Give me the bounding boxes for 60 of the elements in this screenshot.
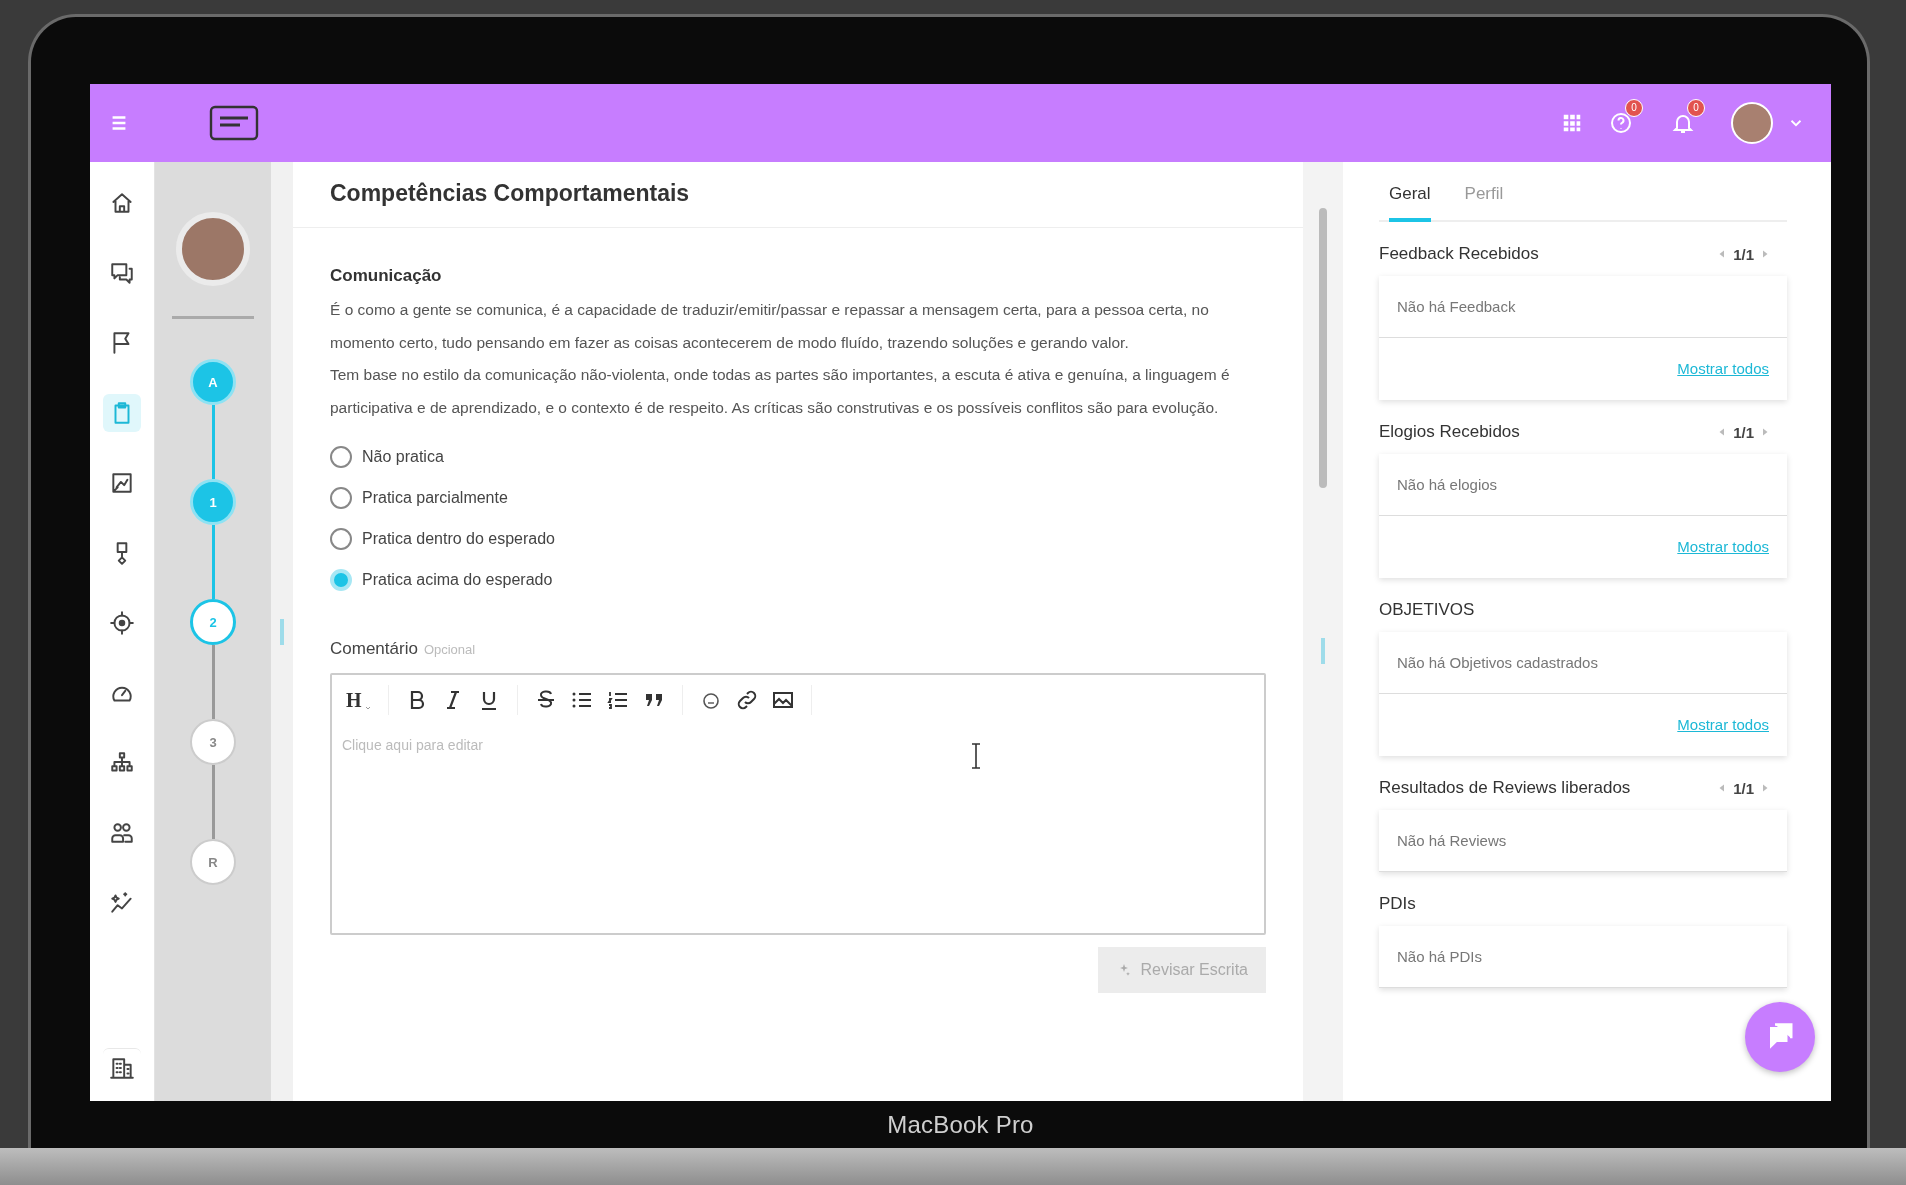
heading-button[interactable]: H xyxy=(346,688,372,712)
help-icon[interactable] xyxy=(1609,111,1633,135)
option-label: Não pratica xyxy=(362,448,444,466)
section-heading: Resultados de Reviews liberados xyxy=(1379,778,1631,798)
step-circle[interactable]: 1 xyxy=(190,479,236,525)
comment-editor[interactable]: H Clique aqui para editar xyxy=(330,673,1266,935)
section-heading: Feedback Recebidos xyxy=(1379,244,1539,264)
competency-description: Tem base no estilo da comunicação não-violenta, onde todas as partes são importantes, a escuta é ativa e genuína, a linguagem é participativa e de aprendizado, e o contexto é de respeito. As críticas são construtivas e os possíveis conflitos são para evolução. xyxy=(330,365,1230,418)
radio-option[interactable]: Pratica parcialmente xyxy=(330,487,508,509)
empty-message: Não há Reviews xyxy=(1379,810,1787,872)
device-label: MacBook Pro xyxy=(886,1109,1035,1140)
notification-count: 0 xyxy=(1625,99,1643,117)
radio-button[interactable] xyxy=(330,446,352,468)
section-title: Competências Comportamentais xyxy=(330,180,691,207)
section-heading: Elogios Recebidos xyxy=(1379,422,1520,442)
radio-option[interactable]: Pratica dentro do esperado xyxy=(330,528,555,550)
sparkle-trend-icon xyxy=(109,890,135,916)
logo-icon[interactable] xyxy=(208,103,260,143)
show-all-link[interactable]: Mostrar todos xyxy=(1677,538,1769,555)
people-icon xyxy=(109,820,135,846)
radio-option[interactable]: Não pratica xyxy=(330,446,444,468)
option-label: Pratica parcialmente xyxy=(362,489,508,507)
option-label: Pratica dentro do esperado xyxy=(362,530,555,548)
step-circle[interactable]: A xyxy=(190,359,236,405)
building-icon xyxy=(109,1055,135,1082)
step-circle[interactable]: 2 xyxy=(190,599,236,645)
empty-message: Não há elogios xyxy=(1379,454,1787,516)
page-counter: 1/1 xyxy=(1733,245,1754,263)
apps-grid-icon[interactable] xyxy=(1561,112,1583,134)
step-circle[interactable]: 3 xyxy=(190,719,236,765)
resize-handle[interactable] xyxy=(280,618,284,645)
competency-title: Comunicação xyxy=(330,266,443,286)
comment-label: Comentário xyxy=(330,639,418,659)
text-cursor-icon xyxy=(970,743,982,769)
page-counter: 1/1 xyxy=(1733,423,1754,441)
empty-message: Não há Objetivos cadastrados xyxy=(1379,632,1787,694)
section-heading: OBJETIVOS xyxy=(1379,600,1475,620)
section-heading: PDIs xyxy=(1379,894,1416,914)
radio-option[interactable]: Pratica acima do esperado xyxy=(330,569,553,591)
competency-description: É o como a gente se comunica, é a capacidade de traduzir/emitir/passar e repassar a mensagem certa, para a pessoa certa, no momento certo, tudo pensando em fazer as coisas acontecerem de modo fluído, trazendo soluções e gerando valor. xyxy=(330,300,1210,353)
chat-button[interactable] xyxy=(1745,1002,1815,1072)
option-label: Pratica acima do esperado xyxy=(362,571,553,589)
step-circle[interactable]: R xyxy=(190,839,236,885)
empty-message: Não há PDIs xyxy=(1379,926,1787,988)
tab[interactable]: Geral xyxy=(1389,184,1431,222)
show-all-link[interactable]: Mostrar todos xyxy=(1677,716,1769,733)
notification-count: 0 xyxy=(1687,99,1705,117)
page-counter: 1/1 xyxy=(1733,779,1754,797)
resize-handle[interactable] xyxy=(1321,638,1325,664)
radio-button[interactable] xyxy=(330,487,352,509)
empty-message: Não há Feedback xyxy=(1379,276,1787,338)
chart-icon xyxy=(109,470,135,496)
optional-hint: Opcional xyxy=(423,642,476,657)
avatar[interactable] xyxy=(1731,102,1773,144)
scrollbar-thumb[interactable] xyxy=(1319,208,1327,488)
chat-icon xyxy=(109,260,135,286)
radio-button[interactable] xyxy=(330,528,352,550)
tab[interactable]: Perfil xyxy=(1464,184,1504,222)
show-all-link[interactable]: Mostrar todos xyxy=(1677,360,1769,377)
target-icon xyxy=(109,610,135,636)
